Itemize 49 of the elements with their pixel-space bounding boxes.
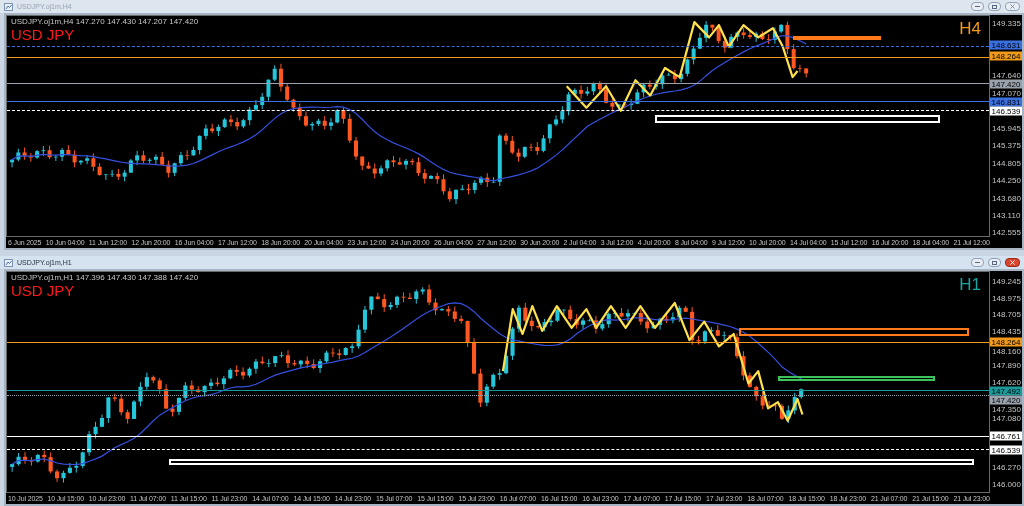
- price-tag: 148.264: [990, 337, 1022, 347]
- price-tick: 146.000: [992, 479, 1021, 489]
- maximize-icon: [992, 4, 997, 9]
- price-tick: 148.975: [992, 293, 1021, 303]
- symbol-label: USD JPY: [11, 26, 75, 45]
- minimize-icon: [975, 262, 980, 263]
- price-tick: 148.705: [992, 309, 1021, 319]
- price-tag: 148.264: [990, 51, 1022, 61]
- price-tag: 146.831: [990, 97, 1022, 107]
- maximize-button[interactable]: [988, 2, 1001, 11]
- chart-info: USDJPY.oj1m,H4 147.270 147.430 147.207 147.420: [11, 18, 199, 26]
- price-tag: 147.420: [990, 79, 1022, 89]
- price-tick: 148.435: [992, 326, 1021, 336]
- timeframe-label: H1: [959, 276, 981, 293]
- price-tag: 146.761: [990, 431, 1022, 441]
- minimize-button[interactable]: [971, 2, 984, 11]
- price-tick: 144.805: [992, 158, 1021, 168]
- price-tick: 149.245: [992, 276, 1021, 286]
- price-tick: 143.110: [992, 210, 1021, 220]
- price-tick: 148.160: [992, 346, 1021, 356]
- price-tick: 147.890: [992, 360, 1021, 370]
- symbol-label: USD JPY: [11, 282, 75, 301]
- close-button[interactable]: [1005, 258, 1020, 267]
- price-tick: 142.555: [992, 227, 1021, 237]
- price-tick: 143.680: [992, 193, 1021, 203]
- price-tick: 145.945: [992, 123, 1021, 133]
- minimize-icon: [975, 6, 980, 7]
- price-tag: 146.539: [990, 106, 1022, 116]
- price-tick: 147.640: [992, 70, 1021, 80]
- price-tag: 148.631: [990, 40, 1022, 50]
- price-tick: 145.375: [992, 140, 1021, 150]
- close-icon: [1010, 260, 1015, 265]
- timeframe-label: H4: [959, 20, 981, 37]
- maximize-icon: [992, 260, 997, 265]
- price-tick: 146.270: [992, 462, 1021, 472]
- maximize-button[interactable]: [988, 258, 1001, 267]
- price-tick: 144.250: [992, 175, 1021, 185]
- chart-info: USDJPY.oj1m,H1 147.396 147.430 147.388 147.420: [11, 274, 199, 282]
- price-tick: 147.080: [992, 413, 1021, 423]
- chart-window-icon: [4, 258, 13, 267]
- price-tag: 147.492: [990, 386, 1022, 396]
- price-tick: 147.620: [992, 377, 1021, 387]
- price-tick: 147.070: [992, 88, 1021, 98]
- price-tag: 147.420: [990, 395, 1022, 405]
- price-tick: 147.350: [992, 404, 1021, 414]
- minimize-button[interactable]: [971, 258, 984, 267]
- price-tick: 149.335: [992, 18, 1021, 28]
- close-icon: [1010, 4, 1015, 9]
- price-tag: 146.539: [990, 445, 1022, 455]
